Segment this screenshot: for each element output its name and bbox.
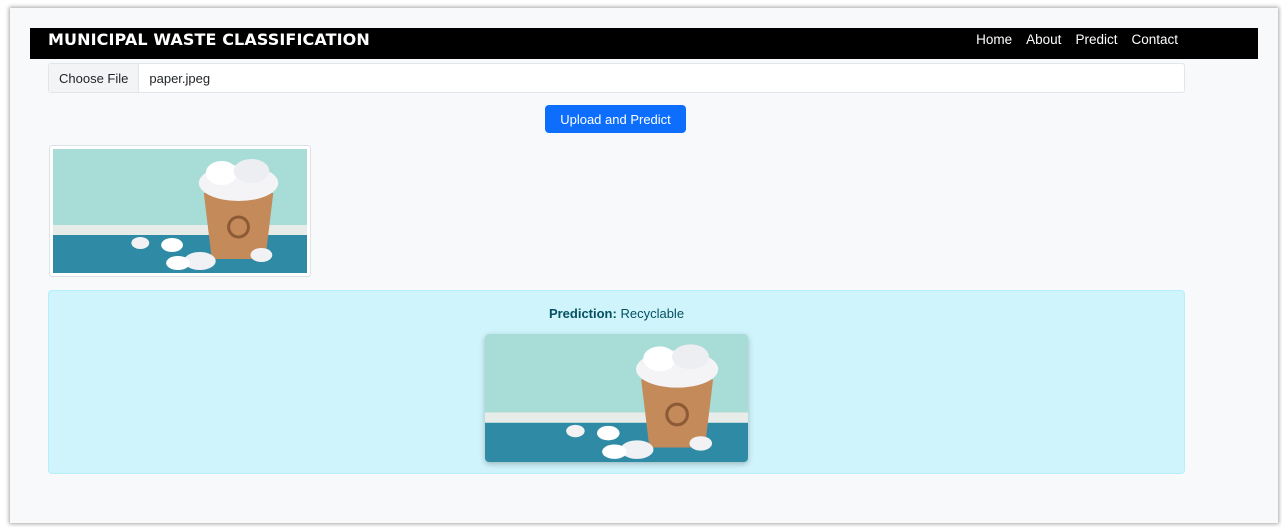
choose-file-button[interactable]: Choose File bbox=[49, 64, 140, 92]
file-input[interactable]: Choose File paper.jpeg bbox=[48, 63, 1185, 93]
nav-link-predict[interactable]: Predict bbox=[1075, 31, 1117, 49]
paper-bin-image bbox=[485, 334, 748, 462]
prediction-alert: Prediction: Recyclable bbox=[48, 290, 1185, 474]
navbar: MUNICIPAL WASTE CLASSIFICATION Home Abou… bbox=[30, 28, 1258, 59]
selected-file-name: paper.jpeg bbox=[149, 70, 211, 86]
prediction-text: Prediction: Recyclable bbox=[49, 306, 1184, 321]
paper-bin-image bbox=[53, 149, 307, 273]
nav-links: Home About Predict Contact bbox=[976, 31, 1178, 49]
nav-link-contact[interactable]: Contact bbox=[1131, 31, 1178, 49]
upload-and-predict-button[interactable]: Upload and Predict bbox=[545, 105, 686, 133]
nav-link-home[interactable]: Home bbox=[976, 31, 1012, 49]
brand-title[interactable]: MUNICIPAL WASTE CLASSIFICATION bbox=[48, 30, 370, 50]
nav-link-about[interactable]: About bbox=[1026, 31, 1061, 49]
uploaded-image-preview bbox=[49, 145, 311, 277]
prediction-image bbox=[485, 334, 748, 462]
prediction-value: Recyclable bbox=[620, 306, 685, 321]
prediction-label: Prediction: bbox=[548, 306, 617, 321]
